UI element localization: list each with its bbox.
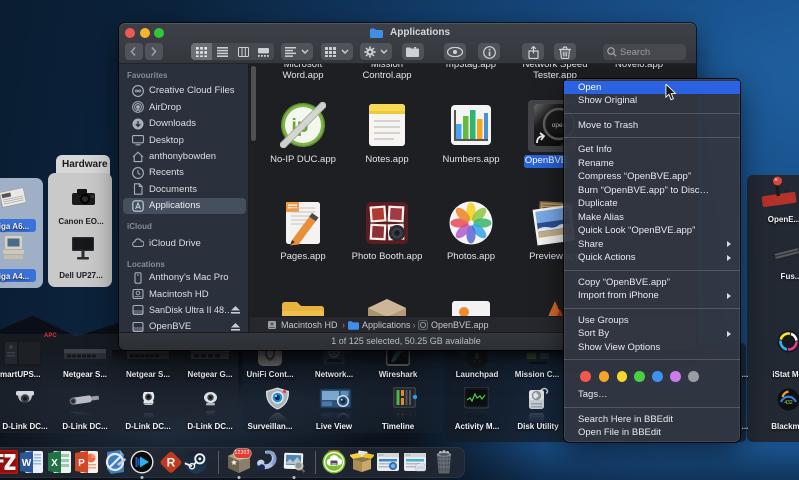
- svg-text:432: 432: [784, 400, 793, 406]
- svg-text:R: R: [166, 456, 175, 470]
- svg-text:W: W: [22, 458, 32, 469]
- svg-text:P: P: [78, 458, 85, 469]
- svg-text:X: X: [51, 458, 58, 469]
